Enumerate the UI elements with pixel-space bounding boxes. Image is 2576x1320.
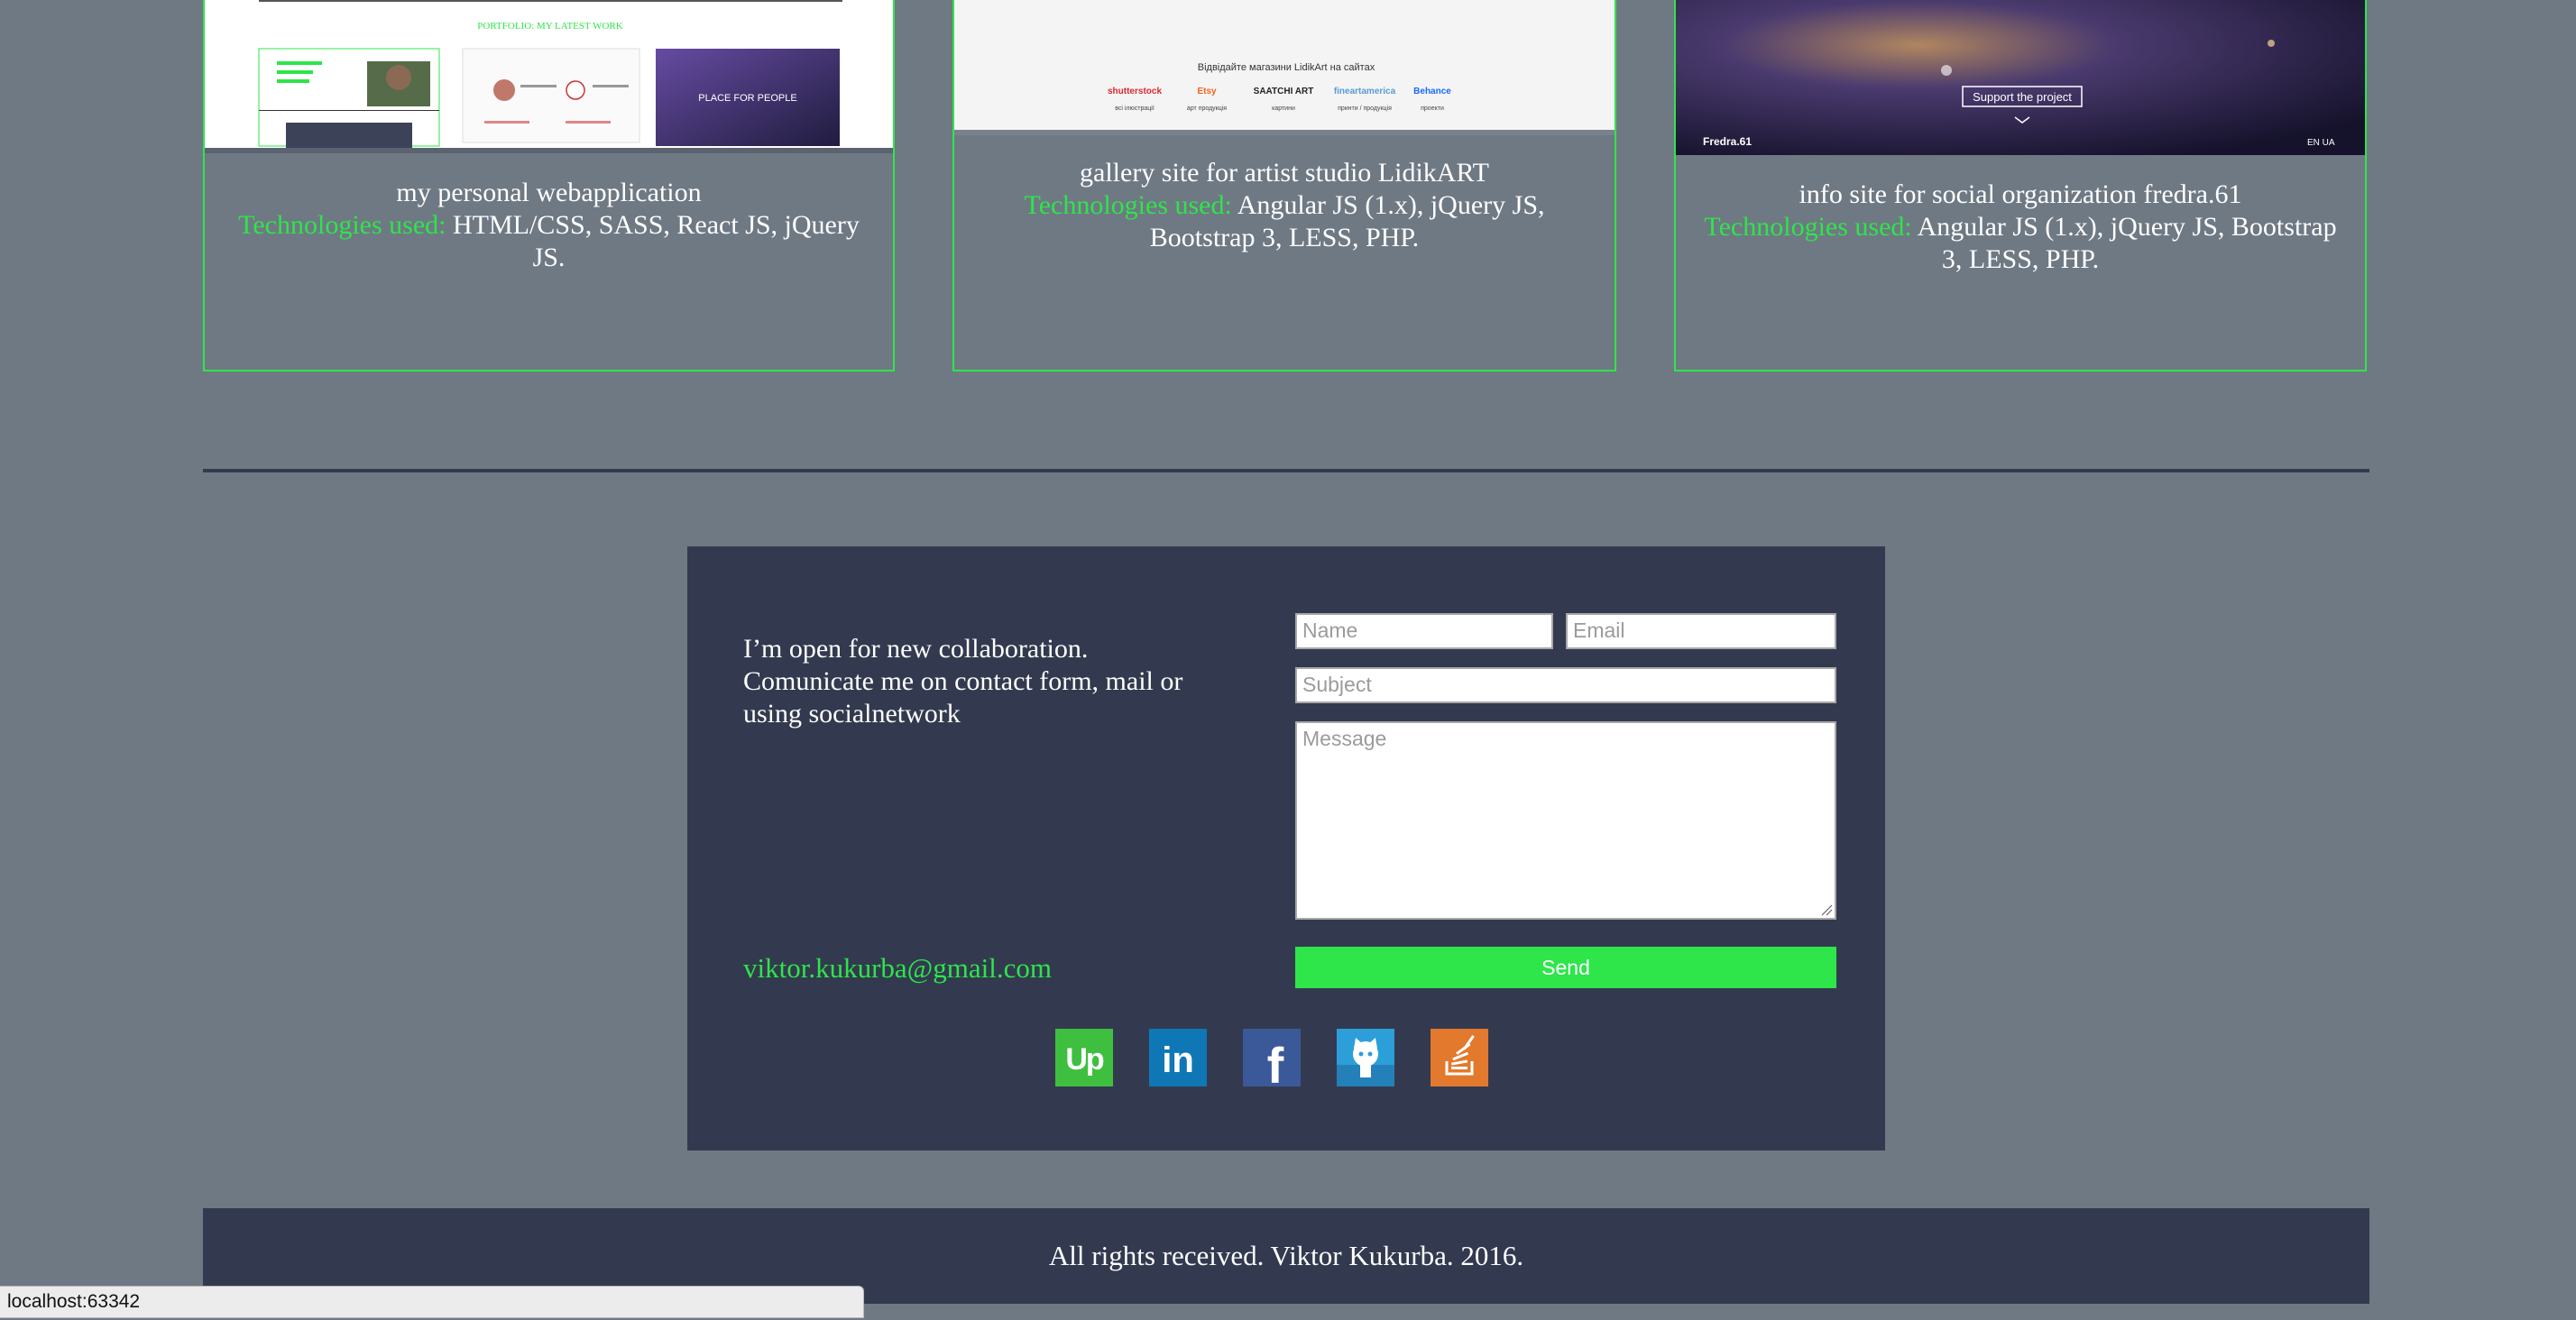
project-title: gallery site for artist studio LidikART [1080,158,1489,188]
project-technologies: Technologies used: Angular JS (1.x), jQu… [972,189,1596,254]
project-card-lidikart[interactable]: Відвідайте магазини LidikArt на сайтах s… [952,0,1616,371]
brand-sublabel: проекти [1421,105,1444,112]
name-field[interactable]: Name [1295,613,1553,649]
section-divider [203,469,2369,472]
subject-field[interactable]: Subject [1295,667,1836,703]
support-project-button: Support the project [1973,90,2072,104]
upwork-icon[interactable]: Up [1055,1029,1113,1086]
thumb-heading: PORTFOLIO: MY LATEST WORK [477,21,622,32]
project-technologies: Technologies used: HTML/CSS, SASS, React… [223,209,875,274]
project-thumbnail[interactable]: Support the project Fredra.61 EN UA [1676,0,2365,155]
brand-sublabel: принти / продукція [1338,105,1392,112]
tech-list: Angular JS (1.x), jQuery JS, Bootstrap 3… [1917,212,2337,274]
project-card-fredra61[interactable]: Support the project Fredra.61 EN UA info… [1674,0,2367,371]
send-button[interactable]: Send [1295,947,1836,988]
message-placeholder: Message [1302,727,1387,750]
brand-sublabel: всі ілюстрації [1115,105,1155,112]
brand-sublabel: арт продукція [1187,105,1227,112]
project-title: my personal webapplication [396,178,702,207]
stackoverflow-icon[interactable] [1431,1029,1488,1086]
thumb-caption: Відвідайте магазини LidikArt на сайтах [1198,62,1375,73]
project-description: gallery site for artist studio LidikART … [972,157,1596,254]
lidikart-screenshot: Відвідайте магазини LidikArt на сайтах s… [954,0,1615,135]
project-title: info site for social organization fredra… [1799,179,2242,209]
facebook-icon[interactable]: f [1243,1029,1301,1094]
thumb-tile-caption: PLACE FOR PEOPLE [698,93,796,104]
browser-status-bar: localhost:63342 [0,1286,864,1318]
tech-label: Technologies used: [1024,190,1232,220]
facebook-glyph: f [1267,1037,1284,1086]
project-technologies: Technologies used: Angular JS (1.x), jQu… [1694,211,2347,276]
brand-logo[interactable]: fineartamerica [1334,87,1396,96]
linkedin-icon[interactable]: in [1149,1029,1207,1086]
contact-email-link[interactable]: viktor.kukurba@gmail.com [743,952,1052,985]
contact-pitch: I’m open for new collaboration. Comunica… [743,634,1183,729]
upwork-glyph: Up [1065,1042,1104,1077]
tech-label: Technologies used: [238,210,446,240]
project-description: info site for social organization fredra… [1694,179,2347,276]
thumb-brand: Fredra.61 [1703,135,1752,148]
github-icon[interactable] [1337,1029,1394,1086]
project-thumbnail[interactable]: PORTFOLIO: MY LATEST WORK PLACE FOR PEOP… [205,0,893,153]
linkedin-glyph: in [1162,1040,1194,1080]
project-card-personal-webapp[interactable]: PORTFOLIO: MY LATEST WORK PLACE FOR PEOP… [203,0,895,371]
contact-section: I’m open for new collaboration. Comunica… [687,546,1885,1150]
brand-logo[interactable]: SAATCHI ART [1254,87,1314,96]
portfolio-screenshot: PORTFOLIO: MY LATEST WORK PLACE FOR PEOP… [205,0,893,153]
brand-sublabel: картини [1272,105,1295,112]
brand-logo[interactable]: shutterstock [1108,87,1162,96]
thumb-langs: EN UA [2307,138,2335,148]
brand-logo[interactable]: Etsy [1197,87,1217,96]
project-thumbnail[interactable]: Відвідайте магазини LidikArt на сайтах s… [954,0,1615,135]
status-url: localhost:63342 [7,1291,141,1312]
footer-copyright: All rights received. Viktor Kukurba. 201… [1048,1240,1524,1271]
project-description: my personal webapplication Technologies … [223,177,875,274]
email-field[interactable]: Email [1566,613,1836,649]
message-textarea[interactable]: Message [1295,721,1836,920]
tech-list: HTML/CSS, SASS, React JS, jQuery JS. [452,210,860,272]
fredra-screenshot: Support the project Fredra.61 EN UA [1676,0,2365,155]
brand-logo[interactable]: Behance [1413,87,1451,96]
tech-label: Technologies used: [1704,212,1912,242]
resize-handle-icon[interactable] [1820,903,1833,916]
